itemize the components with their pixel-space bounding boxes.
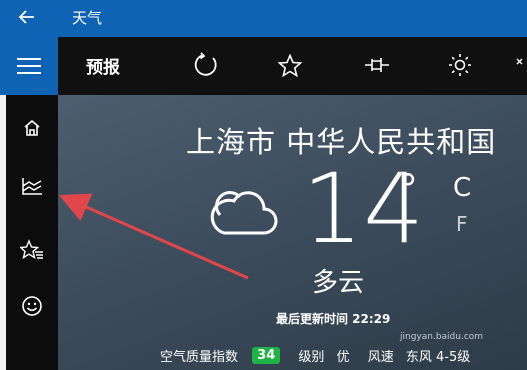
wind-label: 风速 (367, 350, 394, 365)
sidebar-item-favorites[interactable] (6, 223, 58, 277)
degree-symbol: ° (398, 167, 418, 213)
brightness-icon (449, 54, 471, 76)
sidebar (0, 37, 58, 370)
watermark: jingyan.baidu.com (400, 332, 484, 342)
app-title: 天气 (72, 9, 103, 27)
command-bar: 预报 (58, 37, 527, 95)
last-updated-text: 最后更新时间 22:29 (276, 312, 391, 326)
more-button[interactable] (514, 45, 527, 85)
aqi-label: 空气质量指数 (160, 350, 239, 365)
pin-button[interactable] (360, 45, 394, 85)
back-button[interactable] (12, 5, 42, 31)
wind-value: 东风 4-5级 (405, 350, 471, 365)
details-row: 空气质量指数 34 级别 优 风速 东风 4-5级 (160, 346, 470, 365)
cloudy-icon (206, 183, 278, 241)
level-value: 优 (336, 350, 350, 365)
level-label: 级别 (298, 350, 325, 365)
refresh-icon (194, 52, 217, 76)
aqi-badge: 34 (252, 347, 281, 364)
hamburger-menu-button[interactable] (0, 37, 58, 95)
overflow-icon (516, 58, 523, 65)
sidebar-item-historical-weather[interactable] (6, 159, 58, 213)
historical-weather-icon (22, 178, 42, 195)
condition-text: 多云 (312, 268, 365, 298)
refresh-button[interactable] (190, 45, 222, 85)
hamburger-menu-icon (17, 58, 41, 74)
home-icon (24, 119, 40, 136)
unit-fahrenheit-toggle[interactable]: F (456, 212, 468, 236)
brightness-button[interactable] (444, 45, 476, 85)
favorite-star-icon (278, 53, 302, 77)
arrow-left-icon (18, 10, 34, 24)
title-bar: 天气 (0, 0, 527, 37)
smiley-feedback-icon (22, 296, 42, 316)
sidebar-item-feedback[interactable] (6, 279, 58, 333)
unit-celsius-toggle[interactable]: C (453, 173, 471, 203)
pin-icon (365, 58, 389, 72)
tab-forecast[interactable]: 预报 (86, 45, 120, 85)
current-conditions-panel: 上海市 中华人民共和国 14 ° C F 多云 最后更新时间 22:29 空气质… (58, 95, 527, 370)
sidebar-item-home[interactable] (6, 101, 58, 155)
favorite-button[interactable] (274, 45, 306, 85)
favorites-list-icon (20, 239, 43, 259)
